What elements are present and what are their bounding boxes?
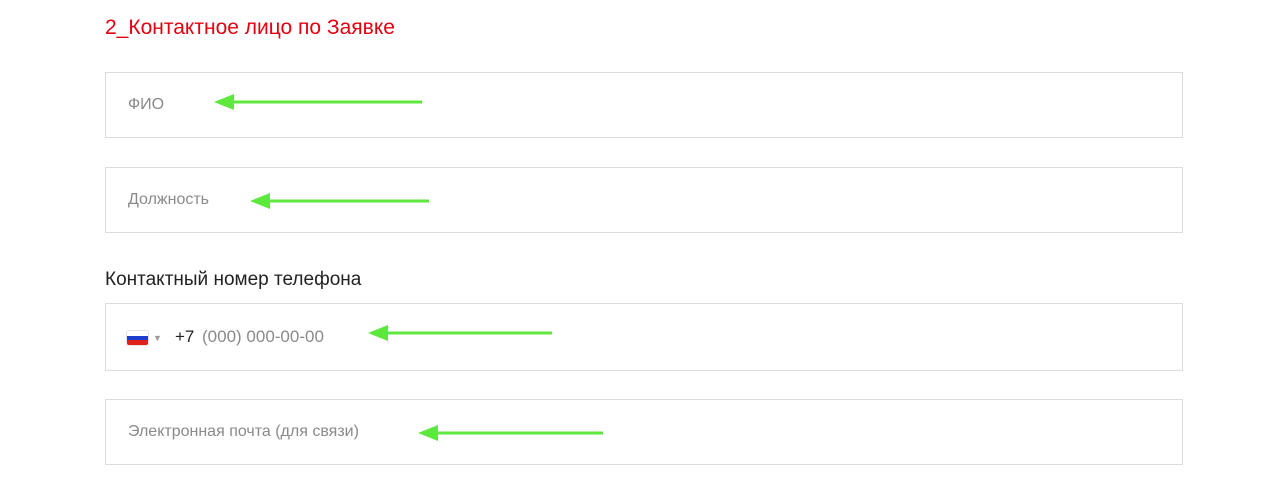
left-arrow-icon <box>368 325 552 341</box>
country-code-prefix: +7 <box>175 327 195 346</box>
left-arrow-icon <box>418 425 603 441</box>
phone-field[interactable]: ▼ +7 <box>105 303 1183 371</box>
left-arrow-icon <box>250 193 429 209</box>
email-field[interactable] <box>105 399 1183 465</box>
chevron-down-icon: ▼ <box>153 333 162 343</box>
email-input[interactable] <box>128 400 1128 464</box>
section-title: 2_Контактное лицо по Заявке <box>105 16 395 39</box>
russia-flag-icon <box>127 331 148 345</box>
phone-label: Контактный номер телефона <box>105 269 362 290</box>
phone-input[interactable] <box>202 304 1102 370</box>
country-code-select[interactable]: ▼ <box>127 328 167 346</box>
left-arrow-icon <box>214 94 422 110</box>
